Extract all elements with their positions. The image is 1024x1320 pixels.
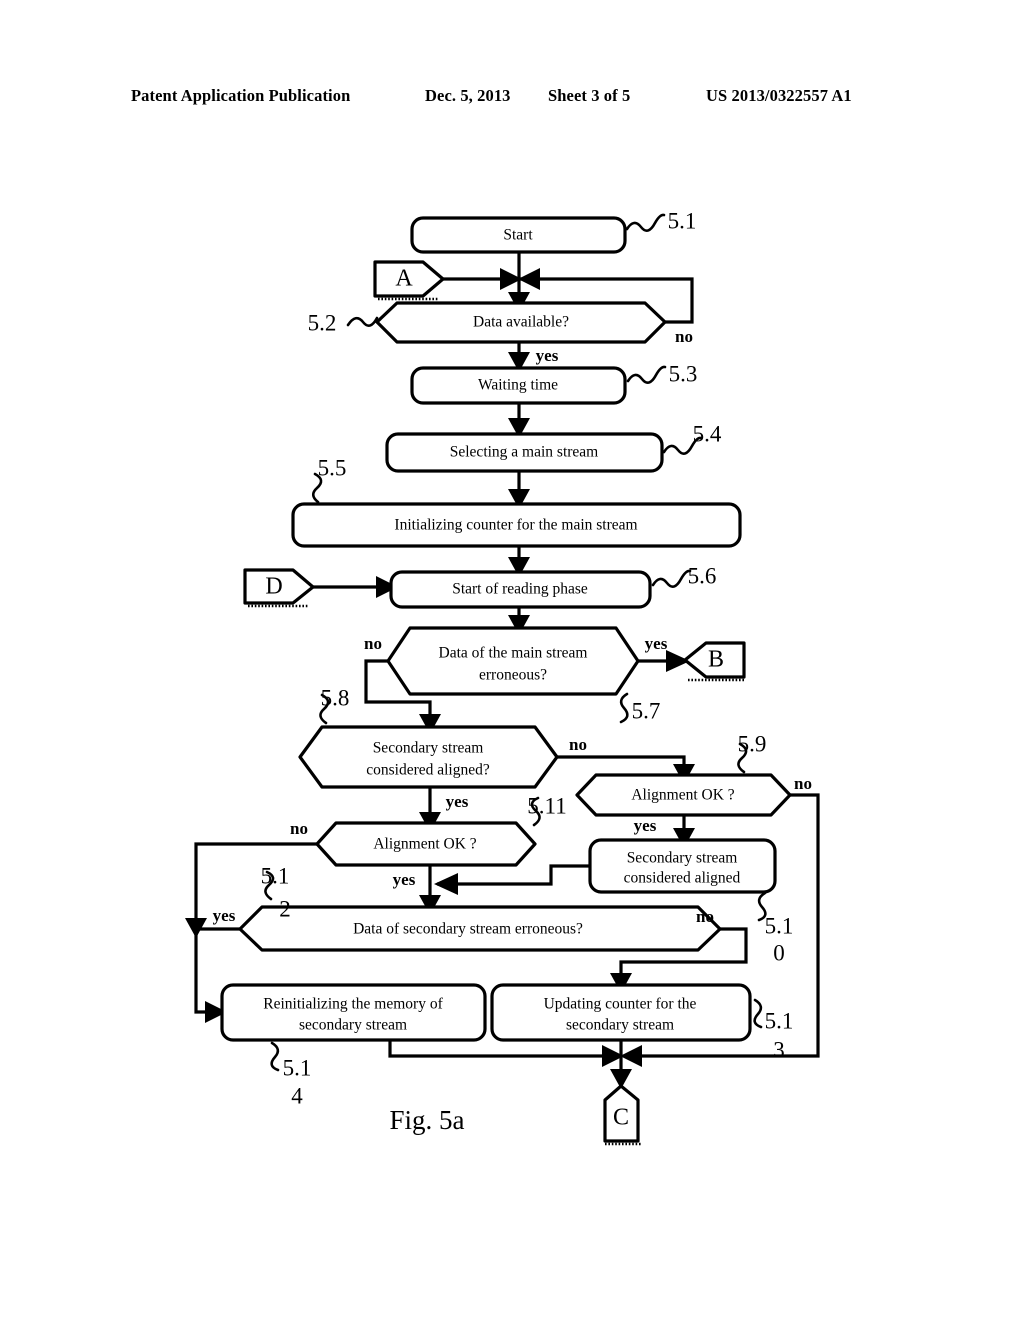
- label-yes-alignment-ok-left: yes: [393, 870, 416, 889]
- label-yes-main-erroneous: yes: [645, 634, 668, 653]
- node-start-label: Start: [503, 227, 533, 244]
- patent-drawing-page: Patent Application Publication Dec. 5, 2…: [0, 0, 1024, 1320]
- connector-a[interactable]: A: [373, 260, 445, 301]
- node-initializing-counter-label: Initializing counter for the main stream: [394, 517, 637, 534]
- label-no-secondary-erroneous: no: [696, 907, 714, 926]
- ref-5-12-part1: 5.1: [261, 863, 290, 888]
- ref-5-13-part2: 3: [773, 1037, 785, 1062]
- decision-secondary-stream-erroneous-label: Data of secondary stream erroneous?: [353, 921, 583, 938]
- decision-secondary-considered-aligned[interactable]: Secondary stream considered aligned?: [298, 725, 559, 789]
- label-yes-alignment-ok-right: yes: [634, 816, 657, 835]
- label-no-alignment-ok-left: no: [290, 819, 308, 838]
- decision-alignment-ok-left-label: Alignment OK ?: [373, 836, 476, 853]
- ref-5-5: 5.5: [318, 455, 347, 480]
- ref-5-7: 5.7: [632, 698, 661, 723]
- label-yes-secondary-erroneous: yes: [213, 906, 236, 925]
- node-waiting-time[interactable]: Waiting time: [410, 366, 627, 405]
- node-start-reading-phase[interactable]: Start of reading phase: [389, 570, 652, 609]
- label-no-main-erroneous: no: [364, 634, 382, 653]
- decision-data-available[interactable]: Data available?: [375, 301, 667, 344]
- figure-caption: Fig. 5a: [389, 1105, 464, 1135]
- decision-data-available-label: Data available?: [473, 314, 569, 331]
- ref-5-11: 5.11: [527, 793, 566, 818]
- label-yes-secondary-aligned: yes: [446, 792, 469, 811]
- node-selecting-main-stream-label: Selecting a main stream: [450, 444, 599, 461]
- flowchart-figure: Start A Data available? Waiting time Sel…: [185, 208, 820, 1146]
- node-reinitializing-memory-line1: Reinitializing the memory of: [263, 996, 443, 1013]
- node-secondary-considered-aligned[interactable]: Secondary stream considered aligned: [588, 838, 777, 894]
- connector-b-label: B: [708, 647, 724, 673]
- decision-secondary-considered-aligned-line2: considered aligned?: [366, 762, 490, 779]
- ref-5-14-part1: 5.1: [283, 1055, 312, 1080]
- ref-5-14-part2: 4: [291, 1083, 303, 1108]
- ref-5-12-part2: 2: [279, 896, 291, 921]
- decision-main-stream-erroneous[interactable]: Data of the main stream erroneous?: [386, 626, 640, 696]
- node-reinitializing-memory-line2: secondary stream: [299, 1017, 407, 1034]
- decision-main-stream-erroneous-line1: Data of the main stream: [439, 645, 588, 662]
- node-start-reading-phase-label: Start of reading phase: [452, 581, 588, 598]
- node-updating-counter-line2: secondary stream: [566, 1017, 674, 1034]
- node-secondary-considered-aligned-line1: Secondary stream: [627, 850, 738, 867]
- ref-5-1: 5.1: [668, 208, 697, 233]
- connector-d-label: D: [265, 574, 282, 600]
- decision-secondary-considered-aligned-line1: Secondary stream: [373, 740, 484, 757]
- label-no-secondary-aligned: no: [569, 735, 587, 754]
- ref-5-8: 5.8: [321, 685, 350, 710]
- ref-5-3: 5.3: [669, 361, 698, 386]
- ref-5-10-part1: 5.1: [765, 913, 794, 938]
- node-updating-counter[interactable]: Updating counter for the secondary strea…: [490, 983, 752, 1042]
- node-waiting-time-label: Waiting time: [478, 377, 558, 394]
- decision-alignment-ok-right[interactable]: Alignment OK ?: [575, 773, 792, 817]
- decision-secondary-stream-erroneous[interactable]: Data of secondary stream erroneous?: [238, 905, 722, 952]
- decision-alignment-ok-left[interactable]: Alignment OK ?: [315, 821, 537, 867]
- label-yes-data-available: yes: [536, 346, 559, 365]
- connector-c[interactable]: C: [603, 1084, 641, 1146]
- node-start[interactable]: Start: [410, 216, 627, 254]
- ref-5-13-part1: 5.1: [765, 1008, 794, 1033]
- node-initializing-counter[interactable]: Initializing counter for the main stream: [291, 502, 742, 548]
- connector-b[interactable]: B: [683, 641, 746, 682]
- ref-5-6: 5.6: [688, 563, 717, 588]
- ref-5-10-part2: 0: [773, 940, 785, 965]
- decision-alignment-ok-right-label: Alignment OK ?: [631, 787, 734, 804]
- decision-main-stream-erroneous-line2: erroneous?: [479, 667, 547, 684]
- connector-c-label: C: [613, 1105, 629, 1131]
- label-no-alignment-ok-right: no: [794, 774, 812, 793]
- connector-a-label: A: [395, 266, 413, 292]
- ref-5-9: 5.9: [738, 731, 767, 756]
- ref-5-4: 5.4: [693, 421, 722, 446]
- node-reinitializing-memory[interactable]: Reinitializing the memory of secondary s…: [220, 983, 487, 1042]
- node-updating-counter-line1: Updating counter for the: [544, 996, 697, 1013]
- node-selecting-main-stream[interactable]: Selecting a main stream: [385, 432, 664, 473]
- connector-d[interactable]: D: [243, 568, 315, 608]
- node-secondary-considered-aligned-line2: considered aligned: [624, 870, 741, 887]
- ref-5-2: 5.2: [308, 310, 337, 335]
- label-no-data-available: no: [675, 327, 693, 346]
